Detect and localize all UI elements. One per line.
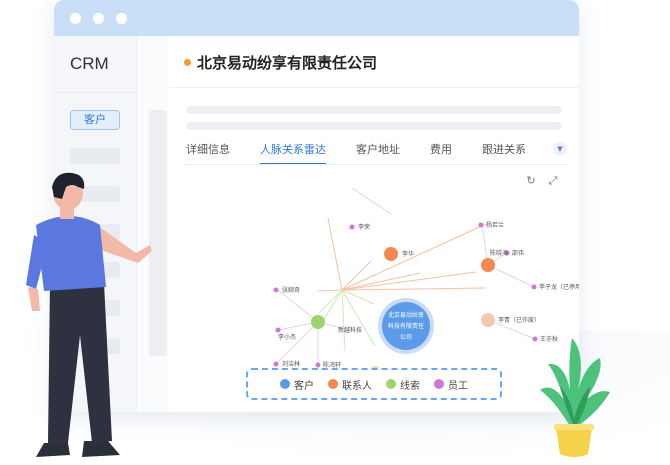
center-label-line3: 公司 xyxy=(400,334,412,341)
presenter-illustration xyxy=(26,172,152,457)
edge xyxy=(275,321,319,365)
legend-item-employee[interactable]: 员工 xyxy=(434,377,468,392)
node-lead-xinda[interactable] xyxy=(311,315,325,329)
node-label: 邵伟 xyxy=(512,249,524,257)
node-contact-li-hua[interactable] xyxy=(384,247,398,261)
node-employee-li-rong[interactable] xyxy=(349,224,355,230)
node-label: 李荣 xyxy=(358,223,370,231)
tab-relationship-radar[interactable]: 人脉关系雷达 xyxy=(260,141,326,165)
node-label: 张婉奇 xyxy=(282,286,300,294)
edge xyxy=(341,289,346,352)
sidebar-item-customer[interactable]: 客户 xyxy=(70,110,120,130)
node-label: 新越科技 xyxy=(338,326,362,334)
tab-expenses[interactable]: 费用 xyxy=(430,141,452,163)
edge xyxy=(327,217,343,291)
legend-label: 员工 xyxy=(448,380,468,392)
legend-swatch xyxy=(386,379,396,389)
tab-follow-up[interactable]: 跟进关系 xyxy=(482,141,526,163)
legend-item-contact[interactable]: 联系人 xyxy=(328,377,372,392)
legend-label: 线索 xyxy=(400,380,420,392)
status-dot xyxy=(184,59,191,66)
center-label-line2: 科技有限责任 xyxy=(388,322,424,330)
legend-label: 客户 xyxy=(294,380,314,392)
window-dot-maximize[interactable] xyxy=(116,12,127,24)
node-label: 李小杰 xyxy=(278,333,296,341)
relationship-graph: 北京易动纷享 科技有限责任 公司 李荣 李华 杨若兰 陈晓海 邵伟 李子龙（已停… xyxy=(273,187,579,376)
tabs-divider xyxy=(186,164,567,165)
company-header: 北京易动纷享有限责任公司 xyxy=(184,52,377,73)
edge xyxy=(341,289,375,305)
node-contact-li-qing[interactable] xyxy=(481,313,495,327)
legend-swatch xyxy=(434,379,444,389)
legend-swatch xyxy=(328,379,338,389)
sidebar-divider xyxy=(54,92,136,93)
header-divider xyxy=(170,87,579,88)
node-contact-chen-xiaohai[interactable] xyxy=(481,258,495,272)
node-employee-zhang-wanqi[interactable] xyxy=(273,287,279,293)
node-label: 李青（已作废） xyxy=(498,316,540,324)
node-label: 杨若兰 xyxy=(486,221,504,229)
sidebar-item-placeholder[interactable] xyxy=(70,148,120,164)
page-title: 北京易动纷享有限责任公司 xyxy=(197,54,378,72)
edge xyxy=(341,260,372,291)
edge xyxy=(277,289,319,323)
node-employee-li-xiaojie[interactable] xyxy=(275,327,281,333)
node-employee-li-zilong[interactable] xyxy=(531,284,537,290)
edge xyxy=(317,289,343,292)
graph-legend: 客户 联系人 线索 员工 xyxy=(246,368,502,400)
window-dot-close[interactable] xyxy=(70,12,81,24)
edge xyxy=(487,264,535,288)
edge xyxy=(341,289,376,347)
window-titlebar xyxy=(54,0,579,36)
app-title: CRM xyxy=(70,54,109,73)
edge xyxy=(351,187,392,215)
node-employee-chen-hongxuan[interactable] xyxy=(315,362,321,368)
node-label: 陈晓海 xyxy=(490,249,508,257)
legend-swatch xyxy=(280,379,290,389)
node-employee-liu-jielin[interactable] xyxy=(273,361,279,367)
chevron-down-icon[interactable]: ▼ xyxy=(553,142,567,156)
node-label: 李华 xyxy=(402,250,414,258)
node-label: 李子龙（已停用） xyxy=(539,283,579,291)
tab-customer-address[interactable]: 客户地址 xyxy=(356,141,400,163)
tab-bar: 详细信息 人脉关系雷达 客户地址 费用 跟进关系 ▼ xyxy=(186,141,567,165)
center-label-line1: 北京易动纷享 xyxy=(388,311,424,319)
legend-item-lead[interactable]: 线索 xyxy=(386,377,420,392)
node-label: 刘洁林 xyxy=(282,360,300,368)
detail-panel: 北京易动纷享有限责任公司 详细信息 人脉关系雷达 客户地址 费用 跟进关系 ▼ … xyxy=(170,36,579,412)
plant-illustration xyxy=(540,338,610,457)
skeleton-line xyxy=(186,106,562,114)
legend-label: 联系人 xyxy=(342,380,372,392)
tab-details[interactable]: 详细信息 xyxy=(186,141,230,163)
skeleton-line xyxy=(186,122,562,130)
legend-item-customer[interactable]: 客户 xyxy=(280,377,314,392)
window-dot-minimize[interactable] xyxy=(93,12,104,24)
edge xyxy=(341,287,487,291)
node-employee-yang-ruolan[interactable] xyxy=(478,222,484,228)
